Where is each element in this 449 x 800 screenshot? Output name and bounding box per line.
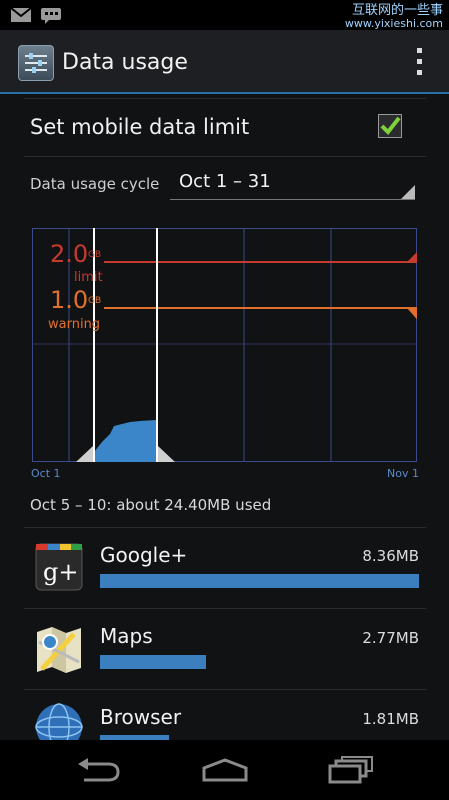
x-axis-end-label: Nov 1 — [387, 467, 419, 480]
overflow-menu-icon[interactable] — [417, 48, 423, 76]
google-plus-icon: g+ — [34, 542, 84, 592]
range-start-handle[interactable] — [76, 446, 93, 462]
action-bar-accent — [0, 92, 449, 94]
app-usage-bar — [100, 655, 206, 669]
warning-label: warning — [48, 317, 101, 332]
settings-app-icon[interactable] — [18, 45, 54, 81]
warning-handle[interactable] — [407, 308, 417, 324]
status-bar: 互联网的一些事 www.yixieshi.com — [0, 0, 449, 30]
limit-unit: GB — [88, 250, 102, 260]
warning-unit: GB — [88, 296, 102, 306]
app-size: 8.36MB — [362, 547, 419, 565]
set-mobile-limit-label: Set mobile data limit — [30, 115, 250, 139]
home-icon[interactable] — [202, 758, 248, 784]
mobile-limit-checkbox[interactable] — [378, 114, 402, 138]
navigation-bar — [0, 740, 449, 800]
x-axis-start-label: Oct 1 — [31, 467, 61, 480]
limit-handle[interactable] — [407, 252, 417, 262]
back-icon[interactable] — [76, 758, 120, 784]
chart-canvas — [32, 228, 417, 462]
svg-text:g+: g+ — [43, 558, 78, 586]
divider — [24, 156, 426, 157]
chart-frame — [32, 228, 417, 462]
limit-label: limit — [74, 270, 103, 285]
dropdown-arrow-icon — [401, 185, 415, 199]
cycle-label: Data usage cycle — [30, 175, 160, 193]
message-notification-icon — [41, 8, 61, 24]
range-end-handle[interactable] — [158, 446, 175, 462]
app-size: 2.77MB — [362, 629, 419, 647]
page-title: Data usage — [62, 50, 188, 75]
app-name: Google+ — [100, 543, 188, 567]
warning-value: 1.0 — [50, 286, 89, 314]
usage-area — [94, 420, 156, 462]
recent-apps-icon[interactable] — [328, 756, 374, 784]
app-name: Browser — [100, 705, 182, 729]
action-bar: Data usage — [0, 30, 449, 93]
app-size: 1.81MB — [362, 710, 419, 728]
checkmark-icon — [380, 116, 401, 136]
watermark: 互联网的一些事 www.yixieshi.com — [344, 3, 443, 30]
maps-icon — [34, 624, 84, 674]
browser-icon — [34, 702, 84, 740]
app-usage-bar — [100, 574, 419, 588]
cycle-dropdown[interactable]: Oct 1 – 31 — [170, 167, 415, 200]
limit-value: 2.0 — [50, 240, 89, 268]
gmail-notification-icon — [10, 7, 32, 22]
cycle-value: Oct 1 – 31 — [179, 171, 271, 192]
data-usage-chart[interactable]: 2.0 GB limit 1.0 GB warning — [32, 228, 417, 462]
app-name: Maps — [100, 624, 153, 648]
usage-summary: Oct 5 – 10: about 24.40MB used — [30, 496, 272, 514]
